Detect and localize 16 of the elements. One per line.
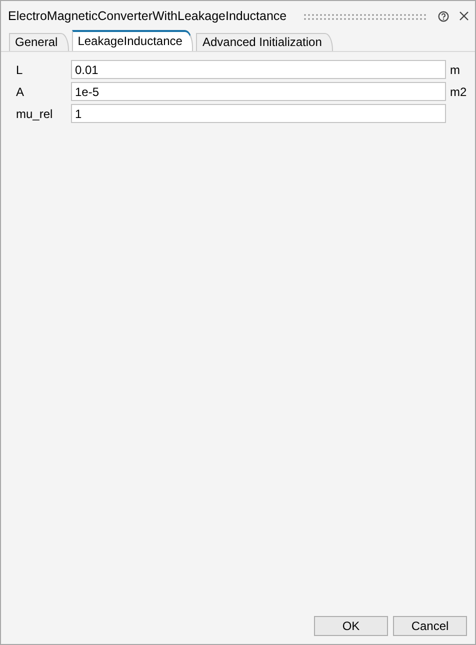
window-title: ElectroMagneticConverterWithLeakageInductance — [8, 9, 287, 23]
unit-label: m — [450, 62, 461, 76]
tab[interactable]: Advanced Initialization — [196, 33, 333, 51]
tab[interactable]: LeakageInductance — [72, 30, 194, 51]
close-icon[interactable] — [459, 11, 469, 21]
input-field[interactable]: 0.01 — [71, 60, 446, 79]
cancel-button[interactable]: Cancel — [393, 616, 467, 636]
input-field[interactable]: 1e-5 — [71, 82, 446, 101]
help-icon[interactable] — [438, 10, 449, 22]
ok-button[interactable]: OK — [314, 616, 388, 636]
unit-label: m2 — [450, 84, 468, 98]
input-field[interactable]: 1 — [71, 104, 446, 123]
parameter-label: L — [16, 62, 24, 76]
parameter-label: A — [16, 84, 26, 98]
parameter-label: mu_rel — [16, 106, 54, 120]
tab[interactable]: General — [9, 33, 69, 51]
